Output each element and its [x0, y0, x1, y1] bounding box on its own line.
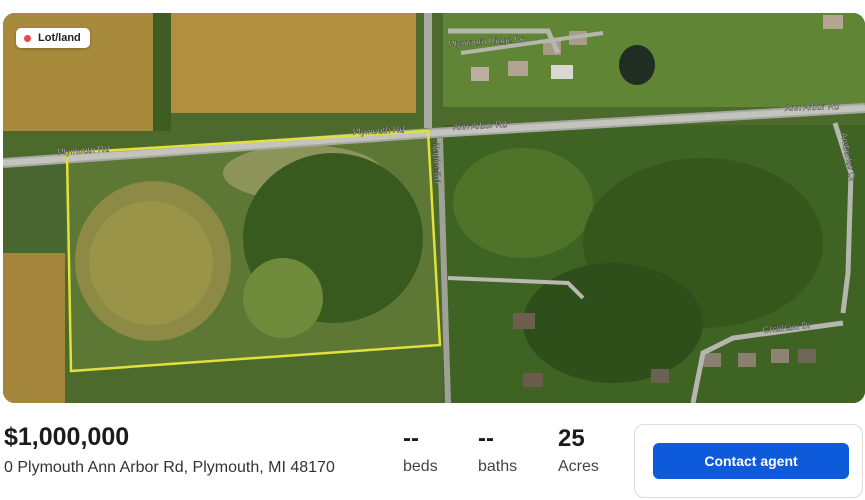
beds-stat: -- beds [403, 423, 438, 476]
contact-agent-button[interactable]: Contact agent [653, 443, 849, 479]
ann-arbor-rd-right-label: Ann Arbor Rd [785, 101, 839, 113]
property-type-label: Lot/land [38, 32, 81, 44]
property-aerial-photo[interactable]: Plymouth Rd Plymouth Rd Ann Arbor Rd Ann… [3, 13, 865, 403]
listing-price: $1,000,000 [4, 423, 130, 451]
baths-stat: -- baths [478, 423, 517, 476]
baths-label: baths [478, 458, 518, 475]
status-dot-icon [24, 34, 31, 42]
beds-label: beds [403, 458, 438, 475]
property-type-badge: Lot/land [16, 28, 90, 48]
acres-stat: 25 Acres [558, 423, 599, 476]
acres-value: 25 [558, 425, 585, 452]
contact-card: Contact agent [634, 424, 863, 498]
listing-address: 0 Plymouth Ann Arbor Rd, Plymouth, MI 48… [4, 459, 335, 476]
baths-value: -- [478, 425, 494, 452]
aerial-map-image: Plymouth Rd Plymouth Rd Ann Arbor Rd Ann… [3, 13, 865, 403]
beds-value: -- [403, 425, 419, 452]
napier-rd-label: Napier Rd [431, 143, 442, 184]
acres-label: Acres [558, 458, 599, 475]
